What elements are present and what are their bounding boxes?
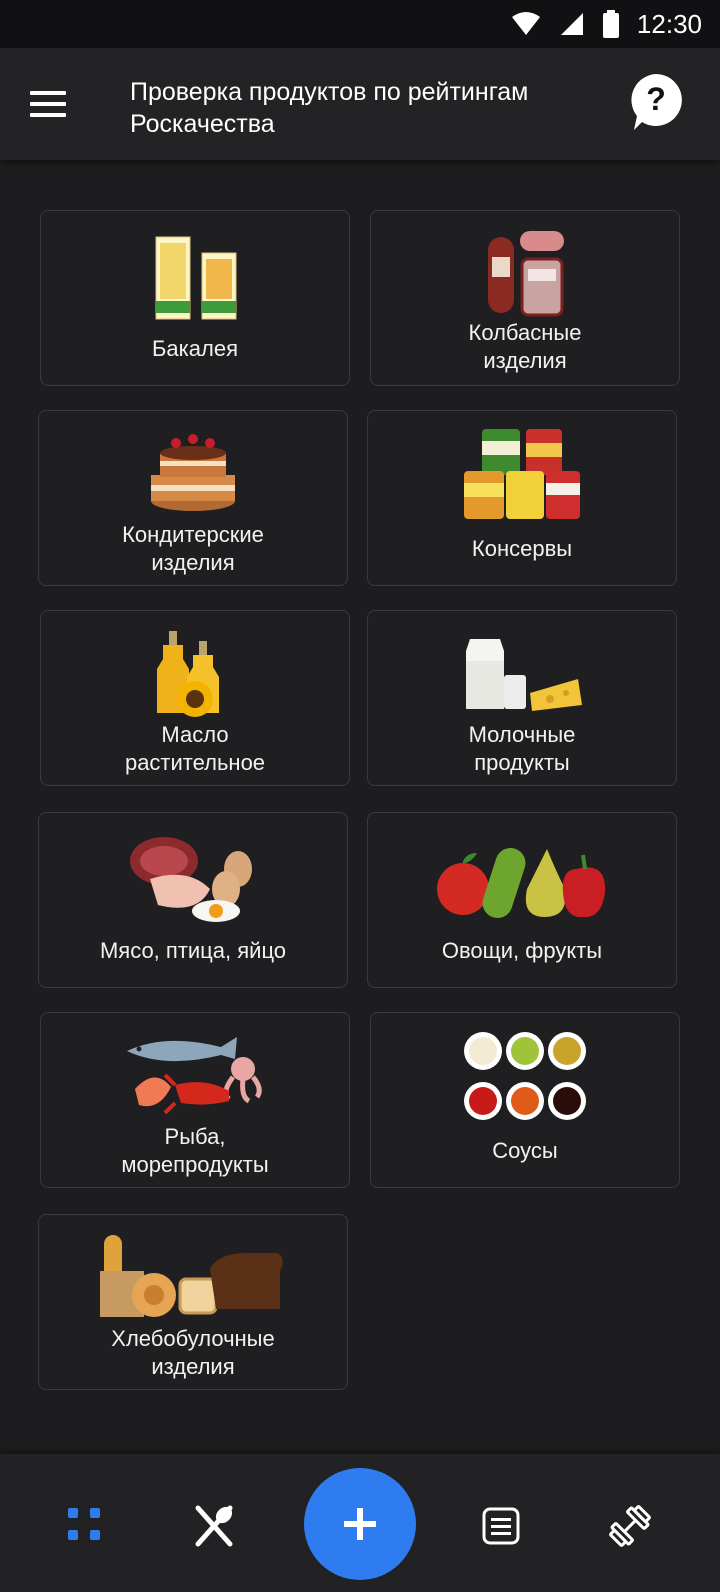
page-title: Проверка продуктов по рейтингам Роскачес… <box>130 78 529 138</box>
signal-icon <box>560 13 583 35</box>
help-icon[interactable]: ? <box>628 72 684 134</box>
category-label: Консервы <box>471 536 573 561</box>
category-label: Овощи, фрукты <box>441 938 603 963</box>
category-label: Хлебобулочные изделия <box>111 1326 275 1379</box>
menu-icon[interactable] <box>30 80 78 128</box>
category-card-sauces[interactable]: Соусы <box>370 1012 680 1188</box>
sauces-icon <box>464 1032 586 1120</box>
sausages-icon <box>488 231 564 317</box>
battery-icon <box>602 10 619 38</box>
category-card-produce[interactable]: Овощи, фрукты <box>367 812 677 988</box>
utensils-icon[interactable] <box>190 1502 238 1550</box>
category-card-dairy[interactable]: Молочные продукты <box>367 610 677 786</box>
category-label: Рыба, морепродукты <box>121 1124 269 1177</box>
category-card-meat[interactable]: Мясо, птица, яйцо <box>38 812 348 988</box>
oil-sunflower-icon <box>157 631 219 717</box>
category-card-fish[interactable]: Рыба, морепродукты <box>40 1012 350 1188</box>
cans-icon <box>464 429 580 519</box>
status-bar: 12:30 <box>0 0 720 48</box>
pasta-packages-icon <box>155 236 237 320</box>
category-label: Масло растительное <box>124 722 266 775</box>
category-card-sausages[interactable]: Колбасные изделия <box>370 210 680 386</box>
cake-icon <box>151 434 235 511</box>
vegetables-fruits-icon <box>437 848 606 918</box>
wifi-icon <box>511 12 540 35</box>
svg-text:?: ? <box>646 81 666 117</box>
dumbbell-icon[interactable] <box>606 1502 654 1550</box>
category-card-confectionery[interactable]: Кондитерские изделия <box>38 410 348 586</box>
category-card-oil[interactable]: Масло растительное <box>40 610 350 786</box>
category-label: Бакалея <box>151 336 238 361</box>
category-label: Молочные продукты <box>468 722 576 775</box>
list-icon[interactable] <box>477 1502 525 1550</box>
fish-seafood-icon <box>127 1037 262 1115</box>
category-card-bakery[interactable]: Хлебобулочные изделия <box>38 1214 348 1390</box>
category-label: Соусы <box>492 1138 558 1163</box>
clock: 12:30 <box>636 8 702 39</box>
app-bar: Проверка продуктов по рейтингам Роскачес… <box>0 48 720 160</box>
meat-eggs-icon <box>130 837 252 922</box>
category-label: Колбасные изделия <box>468 320 582 373</box>
grid-icon[interactable] <box>62 1502 110 1550</box>
add-button[interactable] <box>304 1468 416 1580</box>
category-card-grocery[interactable]: Бакалея <box>40 210 350 386</box>
category-label: Кондитерские изделия <box>122 522 264 575</box>
bread-icon <box>100 1235 283 1317</box>
milk-cheese-icon <box>466 639 582 711</box>
category-card-canned[interactable]: Консервы <box>367 410 677 586</box>
add-icon <box>344 1508 376 1540</box>
category-label: Мясо, птица, яйцо <box>99 938 287 963</box>
bottom-navigation <box>0 1454 720 1592</box>
